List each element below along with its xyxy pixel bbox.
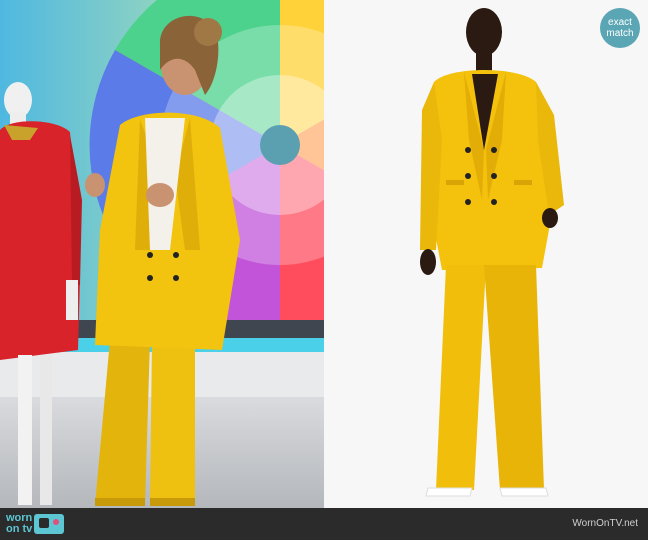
footer-bar: worn on tv WornOnTV.net	[0, 508, 648, 540]
model-yellow-suit-illustration	[324, 0, 648, 508]
product-model-photo	[324, 0, 648, 508]
tv-studio-illustration	[0, 0, 324, 508]
badge-line-1: exact	[608, 17, 632, 28]
tv-studio-photo	[0, 0, 324, 508]
wornontv-logo[interactable]: worn on tv	[6, 512, 65, 536]
logo-line-2: on tv	[6, 523, 33, 535]
badge-line-2: match	[606, 28, 634, 39]
tv-icon	[34, 514, 65, 534]
site-url: WornOnTV.net	[572, 518, 638, 529]
logo-text: worn on tv	[6, 513, 32, 535]
exact-match-badge: exact match	[600, 8, 640, 48]
